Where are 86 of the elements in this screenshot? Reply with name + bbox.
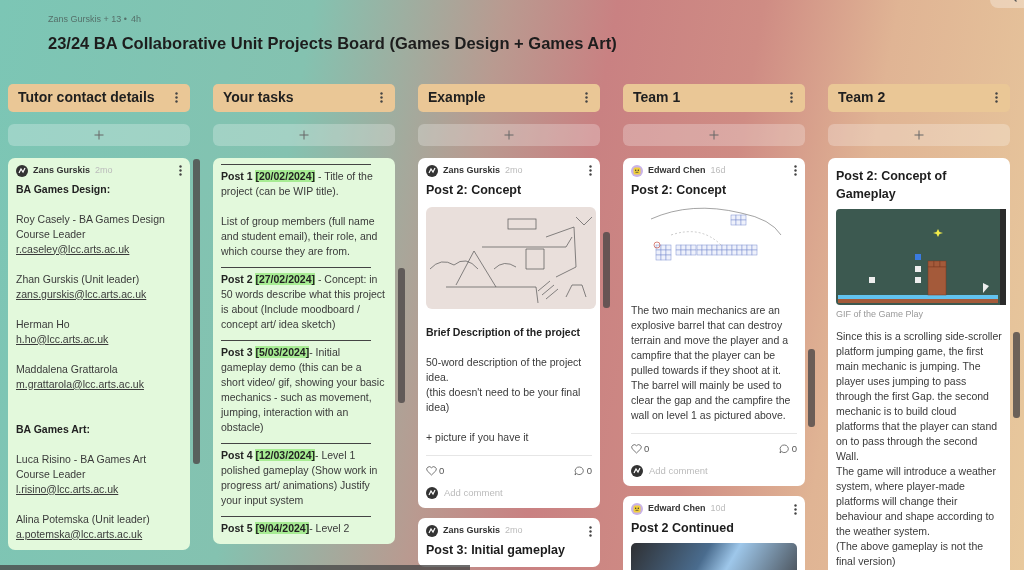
task-text: Post 3 [5/03/2024]- Initial gameplay demo (this can be a short video/ gif, showing your basic mechanics - such as movement, jumping, interaction with an obstacle) [221,344,386,435]
avatar-icon [631,164,643,177]
task-text: Post 5 [9/04/2024]- Level 2 [221,520,351,536]
more-options-icon[interactable] [790,92,793,103]
task-text: Post 2 [27/02/2024] - Concept: in 50 words describe what this project is about (Include moodboard / concept art/ idea sketch) [221,271,386,332]
avatar-icon [426,164,438,177]
comment-count: 0 [586,463,592,478]
post-author: Zans Gurskis [443,524,501,538]
like-count: 0 [644,441,650,456]
section-heading: BA Games Design: [16,181,112,197]
plus-icon [504,129,514,140]
post-title: Post 3: Initial gameplay [426,542,566,559]
more-options-icon[interactable] [380,92,383,103]
plus-icon [94,129,104,140]
email-link[interactable]: h.ho@lcc.arts.ac.uk [16,331,109,347]
contact-name: Zhan Gurskis (Unit leader) [16,271,141,287]
post-title: Post 2: Concept of Gameplay [836,167,948,203]
contact-name: Herman Ho [16,316,71,332]
section-heading: Brief Description of the project [426,324,582,340]
collaborators-text: Zans Gurskis + 13 • [48,13,127,26]
email-link[interactable]: l.risino@lcc.arts.ac.uk [16,481,119,497]
scrollbar-thumb[interactable] [193,158,200,464]
comment-icon[interactable] [778,443,790,454]
contact-name: Alina Potemska (Unit leader) [16,511,151,527]
plus-icon [914,129,924,140]
comment-field[interactable]: Add comment [649,463,797,478]
comment-icon[interactable] [573,465,585,476]
post-text: Since this is a scrolling side-scroller platform jumping game, the first main mechanic is jumping. The player uses jumping to pass through the first Gap. the second mechanic is to build cloud platforms that the player can stand on to pass through the second Wall. The game will introduce a weather system, where player-made platforms will change their behaviour and shape according to the weather system. (The above gameplay is not the final version) [836,329,1002,569]
heart-icon[interactable] [426,465,437,476]
more-options-icon[interactable] [794,503,797,515]
scrollbar-thumb[interactable] [1013,331,1020,418]
more-options-icon[interactable] [589,525,592,537]
task-text: Post 1 [20/02/2024] - Title of the project (can be WIP title). [221,168,374,199]
post-author: Zans Gurskis [443,163,501,177]
post-time: 2mo [505,524,523,538]
contact-name: Maddalena Grattarola [16,361,119,377]
post-author: Edward Chen [648,502,706,516]
scrollbar-thumb[interactable] [398,267,405,403]
avatar-icon [16,164,28,177]
avatar-icon [631,503,643,515]
email-link[interactable]: m.grattarola@lcc.arts.ac.uk [16,376,144,392]
scrollbar-thumb[interactable] [808,348,815,427]
like-count: 0 [439,463,445,478]
email-link[interactable]: a.potemska@lcc.arts.ac.uk [16,526,143,542]
post-text: List of group members (full name and student email), their role, and which course they are from. [221,213,379,259]
heart-icon[interactable] [631,443,642,454]
image-caption: GIF of the Game Play [836,307,925,321]
add-post-button[interactable] [623,123,805,146]
comment-field[interactable]: Add comment [444,485,592,500]
post-author: Edward Chen [648,163,706,177]
post-text: 50-word description of the project idea. (this doesn't need to be your final idea) [426,354,583,415]
section-heading: BA Games Art: [16,421,91,437]
post-time: 2mo [505,163,523,177]
column-title: Example [428,88,486,107]
more-options-icon[interactable] [585,92,588,103]
post-text: + picture if you have it [426,429,530,445]
column-title: Team 2 [838,88,886,107]
plus-icon [299,129,309,140]
task-text: Post 4 [12/03/2024]- Level 1 polished gameplay (Show work in progress art/ animations) Justify your input system [221,447,379,508]
more-options-icon[interactable] [179,165,182,176]
updated-time: 4h [130,13,141,26]
avatar-icon [631,464,643,477]
post-time: 16d [710,163,726,177]
avatar-icon [426,525,438,537]
post-title: Post 2: Concept [426,181,523,199]
horizontal-scrollbar[interactable] [0,565,470,570]
comment-count: 0 [791,441,797,456]
post-author: Zans Gurskis [33,163,91,177]
column-title: Tutor contact details [18,88,155,107]
more-options-icon[interactable] [794,165,797,176]
email-link[interactable]: r.caseley@lcc.arts.ac.uk [16,241,130,257]
more-options-icon[interactable] [175,92,178,103]
email-link[interactable]: zans.gurskis@lcc.arts.ac.uk [16,286,147,302]
post-title: Post 2: Concept [631,181,728,199]
plus-icon [709,129,719,140]
avatar-icon [426,486,438,499]
add-post-button[interactable] [418,123,600,146]
scrollbar-thumb[interactable] [603,231,610,308]
column-title: Team 1 [633,88,681,107]
post-time: 10d [710,502,726,516]
post-text: The two main mechanics are an explosive barrel that can destroy terrain and move the player and a campfire that the player can be pulled towards if they shoot at it. The barrel will mainly be used to clear the gap and the campfire the wall on level 1 as pictured above. [631,302,792,423]
more-options-icon[interactable] [995,92,998,103]
more-options-icon[interactable] [589,165,592,176]
column-title: Your tasks [223,88,294,107]
board-title: 23/24 BA Collaborative Unit Projects Board (Games Design + Games Art) [48,32,618,54]
post-title: Post 2 Continued [631,520,735,537]
